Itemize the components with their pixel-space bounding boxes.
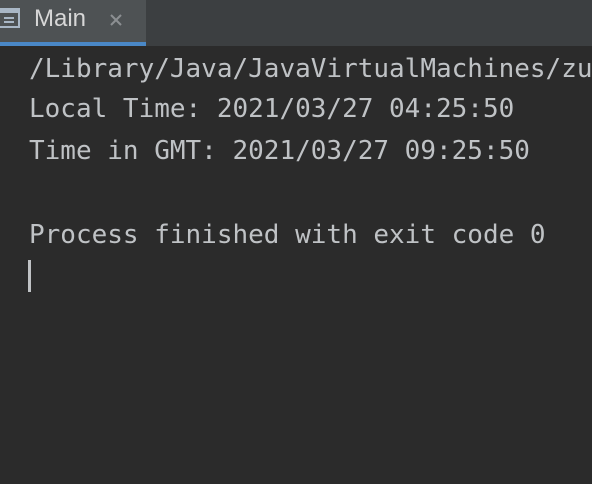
console-line-local-time: Local Time: 2021/03/27 04:25:50 [29, 94, 515, 124]
console-line-gmt-time: Time in GMT: 2021/03/27 09:25:50 [29, 136, 530, 166]
run-console-window: Main /Library/Java/JavaVirtualMachines/z… [0, 0, 592, 484]
console-output[interactable]: /Library/Java/JavaVirtualMachines/zu Loc… [0, 46, 592, 484]
console-window-icon [0, 8, 20, 28]
console-line-java-path: /Library/Java/JavaVirtualMachines/zu [29, 54, 592, 84]
close-icon[interactable] [106, 10, 126, 30]
console-line-process-finished: Process finished with exit code 0 [29, 220, 546, 250]
text-caret [28, 260, 31, 292]
tab-label: Main [34, 5, 87, 32]
tab-bar: Main [0, 0, 592, 46]
tab-main[interactable]: Main [0, 0, 146, 46]
